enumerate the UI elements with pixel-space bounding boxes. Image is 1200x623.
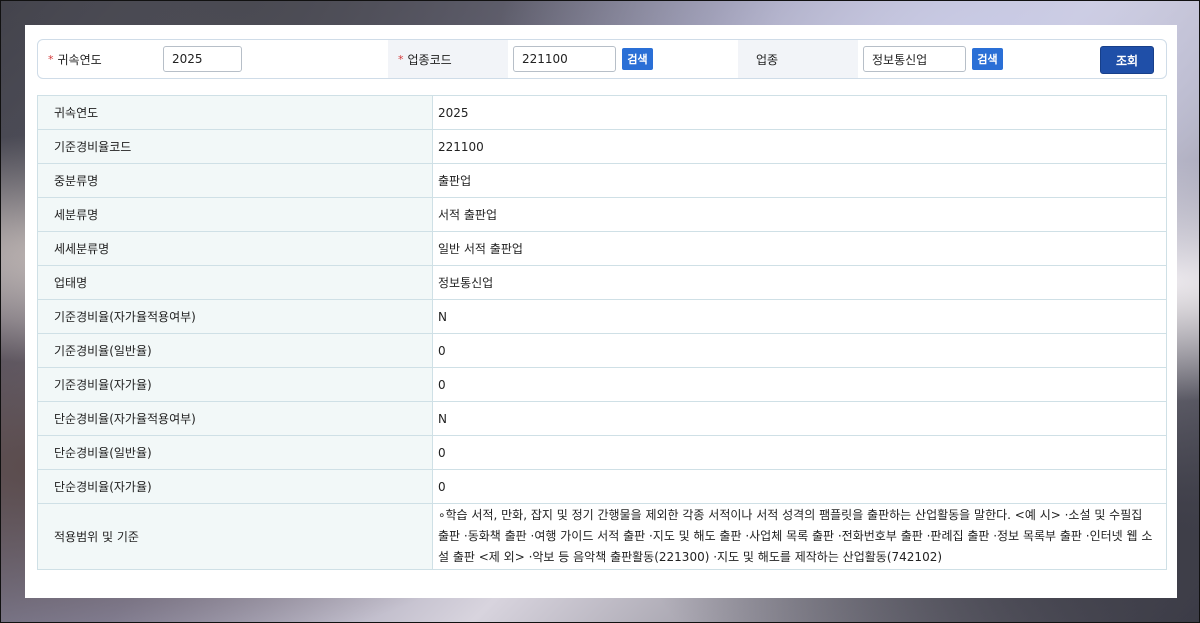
row-label: 단순경비율(자가율) xyxy=(37,469,433,504)
year-label: 귀속연도 xyxy=(57,52,102,67)
row-label: 기준경비율(자가율적용여부) xyxy=(37,299,433,334)
table-row: 업태명 정보통신업 xyxy=(37,265,1167,300)
search-bar: * 귀속연도 * 업종코드 검색 업종 검색 조회 xyxy=(37,39,1167,79)
row-value: 정보통신업 xyxy=(432,265,1167,300)
row-label: 기준경비율(일반율) xyxy=(37,333,433,368)
row-value: ∘학습 서적, 만화, 잡지 및 정기 간행물을 제외한 각종 서적이나 서적 … xyxy=(432,503,1167,570)
table-row: 세분류명 서적 출판업 xyxy=(37,197,1167,232)
query-button[interactable]: 조회 xyxy=(1100,46,1154,74)
row-label: 기준경비율(자가율) xyxy=(37,367,433,402)
table-row: 기준경비율(자가율) 0 xyxy=(37,367,1167,402)
industry-search-button[interactable]: 검색 xyxy=(972,48,1003,70)
row-value: 0 xyxy=(432,435,1167,470)
required-mark: * xyxy=(398,52,404,66)
row-value: 0 xyxy=(432,469,1167,504)
table-row: 단순경비율(자가율) 0 xyxy=(37,469,1167,504)
table-row: 귀속연도 2025 xyxy=(37,95,1167,130)
row-value: 0 xyxy=(432,333,1167,368)
row-label: 세세분류명 xyxy=(37,231,433,266)
year-input[interactable] xyxy=(163,46,242,72)
industry-label-cell: 업종 xyxy=(738,40,858,78)
table-row: 기준경비율코드 221100 xyxy=(37,129,1167,164)
table-row: 적용범위 및 기준 ∘학습 서적, 만화, 잡지 및 정기 간행물을 제외한 각… xyxy=(37,503,1167,570)
industry-code-input[interactable] xyxy=(513,46,616,72)
table-row: 중분류명 출판업 xyxy=(37,163,1167,198)
table-row: 기준경비율(일반율) 0 xyxy=(37,333,1167,368)
row-label: 적용범위 및 기준 xyxy=(37,503,433,570)
row-value: 0 xyxy=(432,367,1167,402)
content-card: * 귀속연도 * 업종코드 검색 업종 검색 조회 귀속연도 2025 기준경비… xyxy=(25,25,1177,598)
row-value: 출판업 xyxy=(432,163,1167,198)
table-row: 단순경비율(자가율적용여부) N xyxy=(37,401,1167,436)
row-label: 기준경비율코드 xyxy=(37,129,433,164)
row-value: 일반 서적 출판업 xyxy=(432,231,1167,266)
table-row: 단순경비율(일반율) 0 xyxy=(37,435,1167,470)
code-search-button[interactable]: 검색 xyxy=(622,48,653,70)
row-label: 단순경비율(자가율적용여부) xyxy=(37,401,433,436)
row-label: 세분류명 xyxy=(37,197,433,232)
row-label: 귀속연도 xyxy=(37,95,433,130)
row-label: 중분류명 xyxy=(37,163,433,198)
year-label-cell: * 귀속연도 xyxy=(38,40,158,78)
table-row: 세세분류명 일반 서적 출판업 xyxy=(37,231,1167,266)
row-value: 2025 xyxy=(432,95,1167,130)
detail-table: 귀속연도 2025 기준경비율코드 221100 중분류명 출판업 세분류명 서… xyxy=(37,95,1167,570)
table-row: 기준경비율(자가율적용여부) N xyxy=(37,299,1167,334)
row-value: 221100 xyxy=(432,129,1167,164)
industry-input[interactable] xyxy=(863,46,966,72)
industry-label: 업종 xyxy=(756,52,779,67)
code-label: 업종코드 xyxy=(407,52,452,67)
required-mark: * xyxy=(48,52,54,66)
row-label: 단순경비율(일반율) xyxy=(37,435,433,470)
row-value: 서적 출판업 xyxy=(432,197,1167,232)
row-value: N xyxy=(432,401,1167,436)
row-value: N xyxy=(432,299,1167,334)
code-label-cell: * 업종코드 xyxy=(388,40,508,78)
row-label: 업태명 xyxy=(37,265,433,300)
